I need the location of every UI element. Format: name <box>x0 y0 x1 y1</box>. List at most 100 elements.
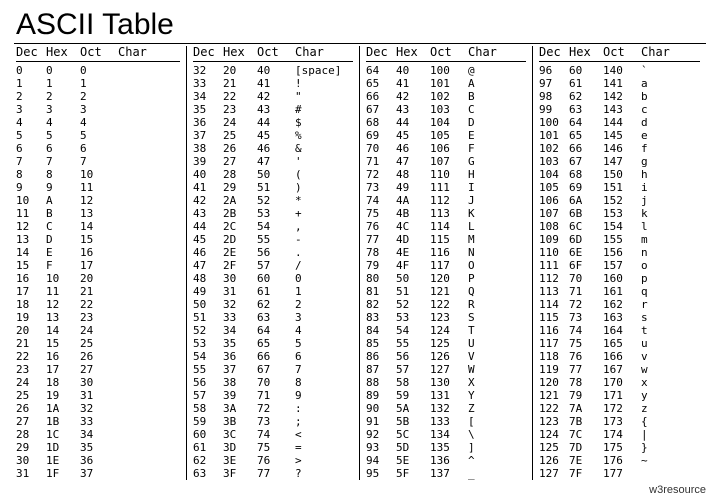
cell-oct: 16 <box>80 246 114 259</box>
cell-hex: 55 <box>396 337 430 350</box>
cell-hex: 59 <box>396 389 430 402</box>
cell-hex: 12 <box>46 298 80 311</box>
table-row: 333 <box>16 103 180 116</box>
cell-oct: 146 <box>603 142 637 155</box>
cell-hex: 36 <box>223 350 257 363</box>
cell-hex: 76 <box>569 350 603 363</box>
table-row: 9660140` <box>539 64 700 77</box>
table-row: 7349111I <box>366 181 526 194</box>
cell-char <box>114 324 180 337</box>
table-row: 11270160p <box>539 272 700 285</box>
cell-dec: 82 <box>366 298 396 311</box>
cell-hex: 49 <box>396 181 430 194</box>
table-row: 372545% <box>193 129 353 142</box>
cell-dec: 16 <box>16 272 46 285</box>
table-row: 382646& <box>193 142 353 155</box>
cell-hex: 30 <box>223 272 257 285</box>
cell-oct: 150 <box>603 168 637 181</box>
cell-char <box>114 142 180 155</box>
cell-dec: 81 <box>366 285 396 298</box>
cell-char: r <box>637 298 700 311</box>
table-row: 11977167w <box>539 363 700 376</box>
cell-dec: 29 <box>16 441 46 454</box>
table-row: 11674164t <box>539 324 700 337</box>
table-row: 925C134\ <box>366 428 526 441</box>
cell-hex: 5 <box>46 129 80 142</box>
cell-oct: 7 <box>80 155 114 168</box>
table-row: 583A72: <box>193 402 353 415</box>
cell-char: # <box>291 103 353 116</box>
cell-dec: 0 <box>16 64 46 77</box>
cell-char <box>114 454 180 467</box>
cell-dec: 90 <box>366 402 396 415</box>
table-row: 14E16 <box>16 246 180 259</box>
table-row: 342242" <box>193 90 353 103</box>
cell-dec: 125 <box>539 441 569 454</box>
cell-oct: 26 <box>80 350 114 363</box>
cell-char: f <box>637 142 700 155</box>
cell-oct: 56 <box>257 246 291 259</box>
table-row: 666 <box>16 142 180 155</box>
cell-dec: 86 <box>366 350 396 363</box>
table-row: 8252122R <box>366 298 526 311</box>
cell-oct: 72 <box>257 402 291 415</box>
cell-hex: 72 <box>569 298 603 311</box>
table-row: 412951) <box>193 181 353 194</box>
table-row: 633F77? <box>193 467 353 480</box>
cell-oct: 0 <box>80 64 114 77</box>
cell-hex: 14 <box>46 324 80 337</box>
title-rule <box>14 43 706 44</box>
cell-char: @ <box>464 64 526 77</box>
cell-char: { <box>637 415 700 428</box>
cell-dec: 25 <box>16 389 46 402</box>
cell-char <box>114 90 180 103</box>
table-row: 231727 <box>16 363 180 376</box>
cell-char: ; <box>291 415 353 428</box>
cell-dec: 124 <box>539 428 569 441</box>
cell-dec: 113 <box>539 285 569 298</box>
table-row: 11876166v <box>539 350 700 363</box>
cell-dec: 91 <box>366 415 396 428</box>
table-row: 462E56. <box>193 246 353 259</box>
cell-dec: 40 <box>193 168 223 181</box>
table-row: 1106E156n <box>539 246 700 259</box>
table-row: 4931611 <box>193 285 353 298</box>
cell-char: % <box>291 129 353 142</box>
cell-hex: 43 <box>396 103 430 116</box>
cell-oct: 111 <box>430 181 464 194</box>
cell-char: * <box>291 194 353 207</box>
ascii-table: DecHexOctChar000111222333444555666777881… <box>14 46 706 480</box>
table-row: 191323 <box>16 311 180 324</box>
table-row: 9963143c <box>539 103 700 116</box>
cell-hex: 5D <box>396 441 430 454</box>
cell-oct: 155 <box>603 233 637 246</box>
table-row: 8656126V <box>366 350 526 363</box>
cell-char <box>114 129 180 142</box>
table-row: 362444$ <box>193 116 353 129</box>
cell-hex: A <box>46 194 80 207</box>
cell-char: : <box>291 402 353 415</box>
cell-char: S <box>464 311 526 324</box>
cell-oct: 44 <box>257 116 291 129</box>
table-row: 7046106F <box>366 142 526 155</box>
cell-oct: 126 <box>430 350 464 363</box>
cell-hex: 64 <box>569 116 603 129</box>
table-row: 261A32 <box>16 402 180 415</box>
cell-hex: 3E <box>223 454 257 467</box>
cell-hex: 78 <box>569 376 603 389</box>
cell-dec: 68 <box>366 116 396 129</box>
cell-hex: 6D <box>569 233 603 246</box>
cell-hex: 4D <box>396 233 430 246</box>
table-row: 8810 <box>16 168 180 181</box>
table-row: 955F137_ <box>366 467 526 480</box>
cell-hex: 0 <box>46 64 80 77</box>
cell-hex: 1B <box>46 415 80 428</box>
table-row: 10165145e <box>539 129 700 142</box>
cell-hex: 47 <box>396 155 430 168</box>
cell-char: B <box>464 90 526 103</box>
table-row: 251931 <box>16 389 180 402</box>
cell-char: } <box>637 441 700 454</box>
cell-hex: 40 <box>396 64 430 77</box>
cell-oct: 112 <box>430 194 464 207</box>
cell-char: m <box>637 233 700 246</box>
